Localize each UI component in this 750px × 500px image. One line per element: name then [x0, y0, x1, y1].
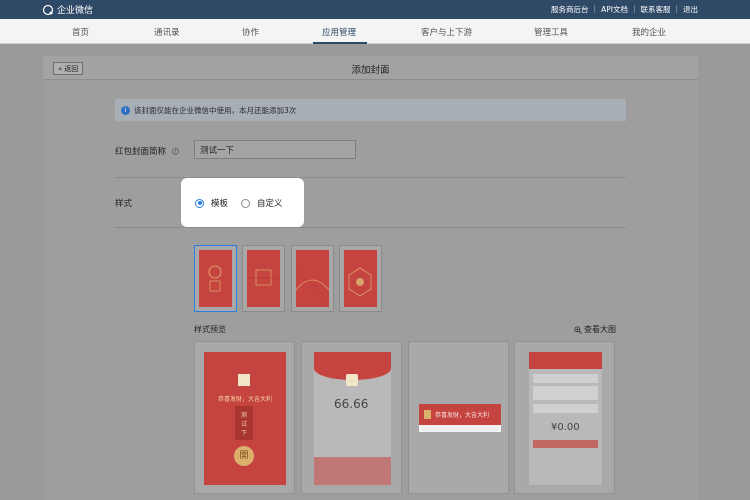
nav-customers[interactable]: 客户与上下游	[421, 26, 472, 38]
notice-text: 该封面仅能在企业微信中使用，本月还能添加3次	[134, 105, 297, 115]
nav-my-enterprise[interactable]: 我的企业	[632, 26, 666, 38]
preview-send-page: ¥0.00	[514, 341, 615, 494]
preview-label-box: 测 试 下	[235, 406, 253, 440]
avatar	[238, 374, 250, 386]
preview-send-button	[533, 440, 598, 448]
style-radio-group: 模板 自定义	[181, 178, 304, 227]
radio-unchecked-icon	[241, 198, 250, 208]
template-3-art	[295, 269, 330, 301]
preview-opened: 66.66	[301, 341, 402, 494]
preview-send-field-2	[533, 386, 598, 400]
template-thumb-3[interactable]	[291, 245, 334, 312]
preview-greeting: 恭喜发财，大吉大利	[217, 396, 272, 403]
preview-opened-bottom	[314, 457, 391, 485]
preview-send-bg: ¥0.00	[529, 352, 602, 485]
preview-char-3: 下	[240, 430, 247, 437]
top-bar: 企业微信 服务商后台 | API文档 | 联系客服 | 退出	[0, 0, 750, 19]
preview-char-1: 测	[240, 412, 247, 419]
radio-template-label: 模板	[211, 199, 229, 209]
link-provider-console[interactable]: 服务商后台	[551, 4, 589, 15]
template-2-cover	[247, 250, 280, 307]
preview-chat-footer	[419, 425, 501, 432]
nav-management-tools[interactable]: 管理工具	[534, 26, 568, 38]
open-button: 開	[234, 446, 254, 466]
preview-send-header	[529, 352, 602, 369]
notice-banner: i 该封面仅能在企业微信中使用，本月还能添加3次	[115, 99, 626, 121]
help-icon[interactable]: i	[171, 148, 179, 155]
nav-contacts[interactable]: 通讯录	[154, 26, 180, 38]
cover-name-input[interactable]	[194, 140, 356, 159]
template-4-art	[348, 267, 372, 297]
app-name: 企业微信	[57, 6, 94, 16]
separator: |	[632, 4, 636, 13]
template-1-cover	[199, 250, 232, 307]
info-icon: i	[121, 105, 130, 115]
separator: |	[675, 4, 678, 13]
app-logo[interactable]: 企业微信	[42, 3, 93, 16]
preview-cover-red: 恭喜发财，大吉大利 测 试 下 開	[204, 352, 286, 485]
preview-send-amount: ¥0.00	[551, 422, 580, 433]
template-3-cover	[295, 250, 330, 307]
link-contact-support[interactable]: 联系客服	[640, 4, 670, 15]
link-logout[interactable]: 退出	[683, 4, 698, 15]
view-large-label: 查看大图	[584, 325, 616, 334]
preview-opened-bg: 66.66	[314, 352, 391, 485]
template-2-art	[247, 269, 280, 286]
panel-header: « 返回 添加封面	[43, 56, 698, 80]
radio-checked-icon	[195, 198, 204, 208]
template-thumb-1[interactable]	[194, 245, 237, 312]
preview-send-field-1	[533, 374, 598, 383]
avatar	[346, 374, 358, 386]
preview-cover: 恭喜发财，大吉大利 测 试 下 開	[194, 341, 295, 494]
preview-char-2: 试	[240, 421, 247, 428]
preview-chat-bubble: 恭喜发财，大吉大利	[419, 404, 501, 432]
main-nav: 首页 通讯录 协作 应用管理 客户与上下游 管理工具 我的企业	[0, 19, 750, 44]
zoom-in-icon	[574, 325, 582, 334]
wecom-logo-icon	[42, 4, 54, 15]
nav-active-indicator	[313, 42, 367, 44]
template-4-cover	[344, 250, 377, 307]
divider	[115, 227, 626, 228]
preview-send-field-3	[533, 404, 598, 413]
radio-custom[interactable]: 自定义	[241, 197, 283, 209]
style-label: 样式	[115, 199, 133, 209]
name-label-row: 红包封面简称 i	[115, 145, 179, 157]
link-api-docs[interactable]: API文档	[601, 4, 628, 15]
radio-template[interactable]: 模板	[195, 197, 228, 209]
preview-chat: 恭喜发财，大吉大利	[408, 341, 509, 494]
top-links: 服务商后台 | API文档 | 联系客服 | 退出	[551, 4, 698, 15]
template-thumb-4[interactable]	[339, 245, 382, 312]
name-label: 红包封面简称	[115, 147, 167, 157]
view-large-button[interactable]: 查看大图	[574, 324, 616, 335]
nav-collaboration[interactable]: 协作	[242, 26, 259, 38]
preview-chat-greeting: 恭喜发财，大吉大利	[435, 412, 490, 419]
template-1-art	[208, 265, 222, 292]
nav-home[interactable]: 首页	[72, 26, 89, 38]
page-title: 添加封面	[351, 65, 390, 76]
preview-amount: 66.66	[334, 397, 369, 411]
red-packet-icon	[424, 410, 431, 419]
radio-custom-label: 自定义	[257, 199, 283, 209]
separator: |	[593, 4, 597, 13]
preview-section-label: 样式预览	[194, 325, 226, 334]
nav-app-management[interactable]: 应用管理	[322, 26, 356, 38]
template-thumb-2[interactable]	[242, 245, 285, 312]
